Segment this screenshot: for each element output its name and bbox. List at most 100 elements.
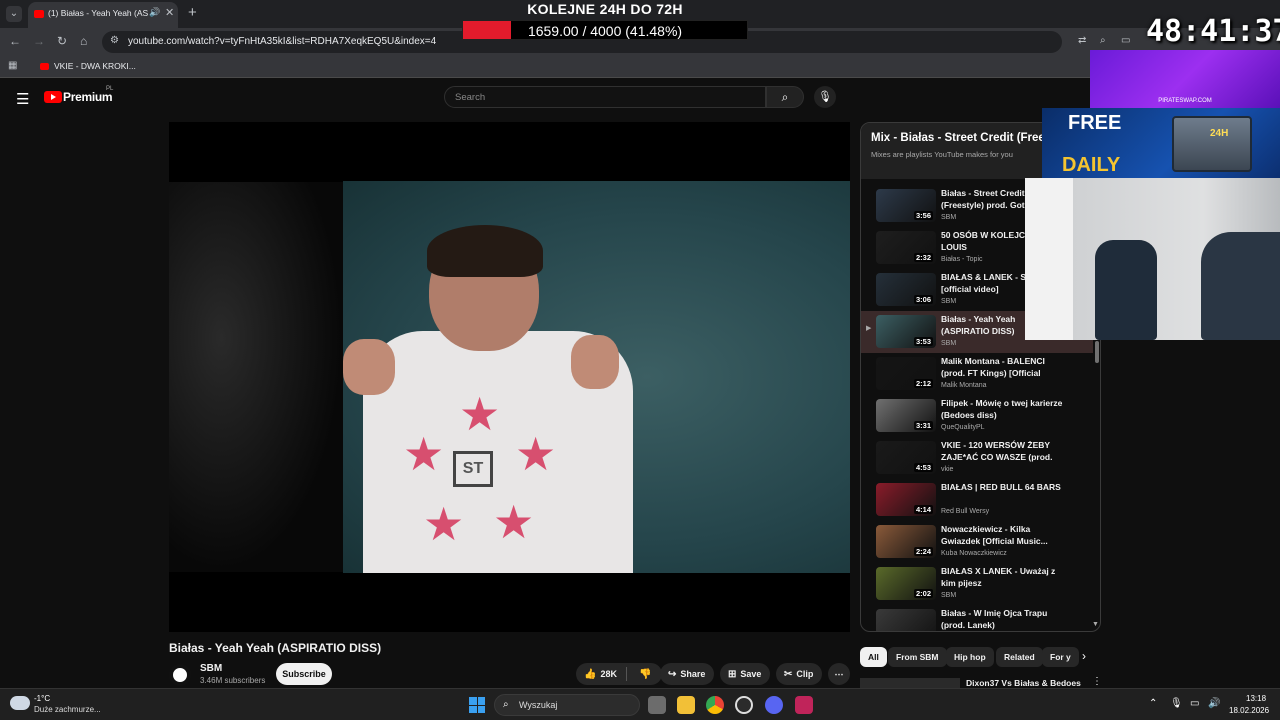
new-tab-plus-icon[interactable]: + <box>188 4 197 21</box>
chevron-right-icon[interactable]: › <box>1082 649 1086 663</box>
youtube-brand[interactable]: Premium <box>63 90 113 104</box>
translate-icon[interactable]: ⇄ <box>1078 35 1086 46</box>
file-explorer-icon[interactable] <box>677 696 695 714</box>
like-dislike-group: 👍 28K 👎 <box>576 663 662 685</box>
playlist-item-channel: QueQualityPL <box>941 424 985 431</box>
more-vert-icon[interactable]: ⋮ <box>1092 676 1102 687</box>
playlist-item-title: BIAŁAS | RED BULL 64 BARS <box>941 482 1061 492</box>
steam-icon[interactable] <box>735 696 753 714</box>
now-playing-icon: ▶ <box>866 325 872 332</box>
home-icon[interactable]: ⌂ <box>80 34 87 48</box>
next-video-title[interactable]: Dixon37 Vs Białas & Bedoes <box>966 678 1081 688</box>
video-frame: ★ ★ ★ ★ ★ ST <box>343 181 850 573</box>
windows-start-icon[interactable] <box>469 697 485 713</box>
duration-badge: 2:24 <box>913 547 933 556</box>
webcam-chair <box>1201 232 1280 340</box>
scrollbar[interactable] <box>1095 341 1099 363</box>
zoom-icon[interactable]: ⌕ <box>1100 35 1106 46</box>
scroll-down-icon[interactable]: ▼ <box>1092 621 1099 628</box>
duration-badge: 2:02 <box>913 589 933 598</box>
bookmark-label: VKIE - DWA KROKI... <box>54 61 136 71</box>
close-icon[interactable]: ✕ <box>165 6 174 19</box>
save-button[interactable]: ⊞ Save <box>720 663 770 685</box>
chrome-icon[interactable] <box>706 696 724 714</box>
share-icon: ↪ <box>668 669 677 680</box>
clip-button[interactable]: ✂ Clip <box>776 663 822 685</box>
video-player[interactable]: ★ ★ ★ ★ ★ ST <box>169 122 850 632</box>
more-actions-button[interactable]: ⋯ <box>828 663 850 685</box>
duration-badge: 2:12 <box>913 379 933 388</box>
playlist-item[interactable]: 2:02 BIAŁAS X LANEK - Uważaj z kim pijesz… <box>861 563 1093 605</box>
search-input[interactable]: Search <box>444 86 766 108</box>
speaker-icon[interactable]: 🔊 <box>149 7 160 18</box>
apps-grid-icon[interactable]: ▦ <box>8 60 17 71</box>
filter-chip[interactable]: Hip hop <box>946 647 994 667</box>
playlist-item[interactable]: 4:14 BIAŁAS | RED BULL 64 BARS Red Bull We… <box>861 479 1093 521</box>
tab-search-chevron-icon[interactable]: ⌄ <box>6 6 22 22</box>
left-fist <box>343 339 395 395</box>
like-button[interactable]: 👍 28K <box>576 669 617 680</box>
voice-search-button[interactable]: 🎙 <box>814 86 836 108</box>
avatar[interactable] <box>169 664 191 686</box>
playlist-item-channel: Białas - Topic <box>941 256 983 263</box>
shirt-star: ★ <box>403 428 445 480</box>
youtube-icon <box>40 63 49 70</box>
microphone-icon[interactable]: 🎙 <box>1170 698 1183 709</box>
playlist-item-thumbnail: 4:14 <box>876 483 936 516</box>
duration-badge: 3:53 <box>913 337 933 346</box>
network-icon[interactable]: ▭ <box>1190 698 1199 709</box>
tray-chevron-up-icon[interactable]: ⌃ <box>1149 698 1157 709</box>
search-button[interactable]: ⌕ <box>766 86 804 108</box>
app-icon[interactable] <box>795 696 813 714</box>
shirt-star: ★ <box>423 498 465 550</box>
stream-timer: 48:41:37 <box>1146 14 1280 49</box>
task-view-icon[interactable] <box>648 696 666 714</box>
clock-date[interactable]: 18.02.2026 <box>1229 706 1269 715</box>
discord-icon[interactable] <box>765 696 783 714</box>
back-arrow-icon[interactable]: ← <box>9 34 21 48</box>
subscribe-button[interactable]: Subscribe <box>276 663 332 685</box>
filter-chip[interactable]: All <box>860 647 887 667</box>
windows-taskbar: -1°C Duże zachmurze... ⌕ Wyszukaj ⌃ 🎙 ▭ … <box>0 688 1280 720</box>
cast-icon[interactable]: ▭ <box>1121 35 1130 46</box>
share-button[interactable]: ↪ Share <box>660 663 714 685</box>
taskbar-search-input[interactable]: ⌕ Wyszukaj <box>494 694 640 716</box>
bookmark-item[interactable]: VKIE - DWA KROKI... <box>40 61 136 71</box>
cloud-icon[interactable] <box>10 696 30 710</box>
filter-chip[interactable]: Related <box>996 647 1043 667</box>
playlist-item-thumbnail: 3:31 <box>876 399 936 432</box>
playlist-item-title: Filipek - Mówię o twej karierze (Bedoes … <box>941 398 1063 420</box>
forward-arrow-icon[interactable]: → <box>33 34 45 48</box>
playlist-item-title: Nowaczkiewicz - Kilka Gwiazdek [Official… <box>941 524 1048 546</box>
playlist-item-thumbnail: 4:53 <box>876 441 936 474</box>
clock-time[interactable]: 13:18 <box>1246 694 1266 703</box>
goal-progress-bar: 1659.00 / 4000 (41.48%) <box>462 20 748 40</box>
playlist-item[interactable]: 2:43 Białas - W Imię Ojca Trapu (prod. La… <box>861 605 1093 631</box>
browser-tab[interactable]: (1) Białas - Yeah Yeah (ASPI 🔊 ✕ <box>28 2 178 28</box>
goal-progress-text: 1659.00 / 4000 (41.48%) <box>463 23 747 39</box>
menu-icon[interactable]: ☰ <box>16 90 29 108</box>
filter-chip[interactable]: For y <box>1042 647 1079 667</box>
clip-label: Clip <box>796 669 814 679</box>
next-video-thumbnail[interactable] <box>860 678 960 688</box>
shirt-logo: ST <box>453 451 493 487</box>
playlist-item-thumbnail: 3:53 <box>876 315 936 348</box>
playlist-item-channel: Red Bull Wersy <box>941 508 990 515</box>
search-placeholder: Search <box>455 92 486 103</box>
volume-icon[interactable]: 🔊 <box>1208 698 1220 709</box>
promo-banner: FREE DAILY 24H <box>1042 108 1280 178</box>
channel-name[interactable]: SBM <box>200 663 222 674</box>
country-code: PL <box>106 86 114 92</box>
reload-icon[interactable]: ↻ <box>57 34 67 48</box>
weather-temperature[interactable]: -1°C <box>34 694 50 703</box>
playlist-item[interactable]: 2:24 Nowaczkiewicz - Kilka Gwiazdek [Offi… <box>861 521 1093 563</box>
dislike-button[interactable]: 👎 <box>631 663 655 686</box>
youtube-logo-icon[interactable] <box>44 91 62 103</box>
playlist-item[interactable]: 3:31 Filipek - Mówię o twej karierze (Bed… <box>861 395 1093 437</box>
playlist-item[interactable]: 2:12 Malik Montana - BALENCI (prod. FT Ki… <box>861 353 1093 395</box>
site-settings-icon[interactable]: ⚙ <box>110 35 119 46</box>
playlist-item[interactable]: 4:53 VKIE - 120 WERSÓW ŻEBY ZAJE*AĆ CO WA… <box>861 437 1093 479</box>
weather-description[interactable]: Duże zachmurze... <box>34 705 101 714</box>
filter-chip[interactable]: From SBM <box>888 647 947 667</box>
scissors-icon: ✂ <box>784 669 793 680</box>
